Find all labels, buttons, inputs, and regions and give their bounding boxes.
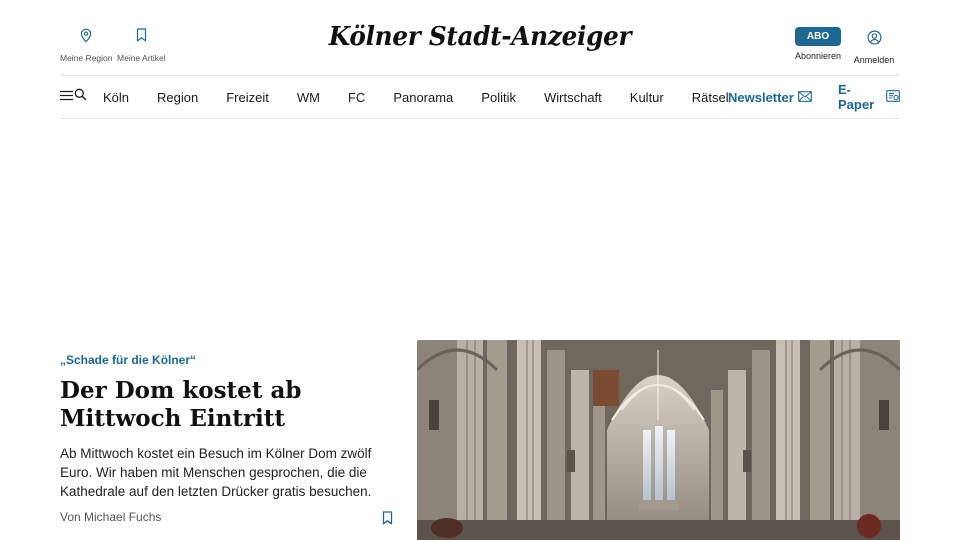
main-navigation: Köln Region Freizeit WM FC Panorama Poli… bbox=[60, 76, 900, 118]
article-bookmark-button[interactable] bbox=[382, 511, 393, 530]
site-header: Meine Region Meine Artikel Kölner Stadt-… bbox=[60, 0, 900, 76]
nav-item-wirtschaft[interactable]: Wirtschaft bbox=[544, 90, 602, 105]
newsletter-link[interactable]: Newsletter bbox=[728, 76, 812, 118]
nav-item-koeln[interactable]: Köln bbox=[103, 90, 129, 105]
epaper-link[interactable]: E-Paper bbox=[838, 76, 900, 118]
nav-item-kultur[interactable]: Kultur bbox=[630, 90, 664, 105]
article-headline[interactable]: Der Dom kostet ab Mittwoch Eintritt bbox=[60, 377, 390, 433]
bookmark-icon bbox=[382, 511, 393, 529]
my-region-label: Meine Region bbox=[60, 53, 113, 63]
nav-item-freizeit[interactable]: Freizeit bbox=[226, 90, 269, 105]
login-label: Anmelden bbox=[853, 55, 895, 65]
epaper-icon bbox=[882, 89, 900, 105]
article-teaser[interactable]: Ab Mittwoch kostet ein Besuch im Kölner … bbox=[60, 444, 390, 501]
nav-item-wm[interactable]: WM bbox=[297, 90, 320, 105]
article-author: Von Michael Fuchs bbox=[60, 510, 162, 524]
envelope-icon bbox=[794, 90, 812, 105]
search-icon bbox=[74, 88, 87, 106]
nav-item-raetsel[interactable]: Rätsel bbox=[692, 90, 729, 105]
menu-icon bbox=[60, 88, 74, 106]
article-hero-image[interactable] bbox=[417, 340, 900, 540]
my-articles-label: Meine Artikel bbox=[117, 53, 166, 63]
nav-divider bbox=[60, 118, 900, 119]
user-icon bbox=[866, 30, 882, 50]
nav-item-fc[interactable]: FC bbox=[348, 90, 365, 105]
nav-items: Köln Region Freizeit WM FC Panorama Poli… bbox=[103, 90, 757, 105]
cathedral-interior-image bbox=[417, 340, 900, 540]
login-button[interactable]: Anmelden bbox=[852, 30, 896, 65]
site-logo[interactable]: Kölner Stadt-Anzeiger bbox=[81, 22, 879, 52]
epaper-label: E-Paper bbox=[838, 82, 875, 112]
menu-search-button[interactable] bbox=[60, 88, 87, 106]
nav-item-region[interactable]: Region bbox=[157, 90, 198, 105]
subscribe-label[interactable]: Abonnieren bbox=[793, 51, 843, 61]
newsletter-label: Newsletter bbox=[728, 89, 794, 105]
nav-item-panorama[interactable]: Panorama bbox=[393, 90, 453, 105]
nav-item-politik[interactable]: Politik bbox=[481, 90, 516, 105]
abo-button[interactable]: ABO bbox=[795, 27, 841, 46]
article-kicker[interactable]: „Schade für die Kölner“ bbox=[60, 353, 196, 367]
